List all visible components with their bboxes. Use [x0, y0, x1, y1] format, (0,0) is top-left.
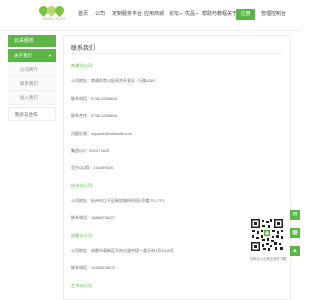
nav-item-help[interactable]: 帮助与教程▾ — [202, 10, 230, 17]
nav-item-forum[interactable]: 论坛▾ — [169, 10, 182, 17]
top-header: SMARTSOFT 首页 公司 定制服务平台 应用商城 论坛▾ 优品▾ 帮助与教… — [0, 0, 300, 31]
top-icon[interactable]: ▲ — [290, 246, 300, 256]
chevron-right-icon: › — [48, 112, 50, 117]
contact-line: 联系电话：0756-3335865 — [71, 96, 117, 101]
branch-heading: 杭州分公司 — [71, 183, 92, 188]
floating-toolbar: ✉ ▦ ▲ — [290, 210, 300, 256]
register-button[interactable]: 注册 — [236, 9, 255, 20]
chevron-down-icon: ▾ — [196, 11, 199, 16]
contact-line: 联系合作：0756-3335865 — [71, 113, 117, 118]
qrcode-icon[interactable]: ▦ — [290, 228, 300, 238]
sidebar-item-purchase[interactable]: 购买与合作 › — [8, 107, 56, 121]
branch-heading: 成都分公司 — [71, 233, 92, 238]
contact-line: 官方QQ群：216299526 — [71, 165, 114, 170]
logo-leaf-icon — [37, 3, 67, 17]
logo[interactable]: SMARTSOFT — [34, 3, 74, 27]
sidebar-subitem-contact[interactable]: 联系我们 — [8, 77, 56, 91]
contact-line: 公司地址：南通市崇川区经济开发区...行路4287 — [71, 78, 156, 83]
page-title: 联系我们 — [71, 46, 96, 52]
contact-line: 联系电话：18868736227 — [71, 215, 116, 220]
sidebar-subitem-join[interactable]: 加入我们 — [8, 91, 56, 105]
branch-heading: 南通分公司 — [71, 63, 92, 68]
contact-line: 公司地址：成都市高新区天府大道中段一类天府1号1105号 — [71, 248, 174, 253]
chevron-down-icon: ▾ — [48, 53, 51, 58]
nav-item-home[interactable]: 首页 — [78, 10, 88, 17]
divider — [71, 53, 283, 54]
qrcode-caption: 扫码加入云采交流学习群 — [249, 257, 287, 261]
sidebar: 云采服务 关于我们 ▾ 公司简介 联系我们 加入我们 购买与合作 › — [8, 35, 56, 135]
contact-line: 联系电话：15308236072 — [71, 265, 116, 270]
contact-line: 公司地址：杭州市江干区新加城科技园1号楼7F1-7F3 — [71, 198, 165, 203]
admin-console-link[interactable]: 管理控制台 — [261, 10, 286, 17]
nav-item-custom[interactable]: 定制服务平台 — [112, 10, 142, 17]
sidebar-subitem-profile[interactable]: 公司简介 — [8, 63, 56, 77]
contact-line: 问题反馈：support@falsesoft.com — [71, 131, 132, 136]
chevron-down-icon: ▾ — [180, 11, 183, 16]
logo-text: SMARTSOFT — [42, 17, 66, 21]
qrcode-image — [250, 218, 284, 252]
nav-item-company[interactable]: 公司 — [95, 10, 105, 17]
chat-icon[interactable]: ✉ — [290, 210, 300, 220]
qrcode-icon — [250, 218, 284, 252]
contact-line: 集团QQ：622271629 — [71, 148, 110, 153]
nav-item-goods[interactable]: 优品▾ — [185, 10, 198, 17]
nav-item-store[interactable]: 应用商城 — [144, 10, 164, 17]
branch-heading: 兰州分公司 — [71, 283, 92, 288]
sidebar-item-about[interactable]: 关于我们 ▾ — [8, 49, 56, 63]
sidebar-title: 云采服务 — [8, 35, 56, 47]
